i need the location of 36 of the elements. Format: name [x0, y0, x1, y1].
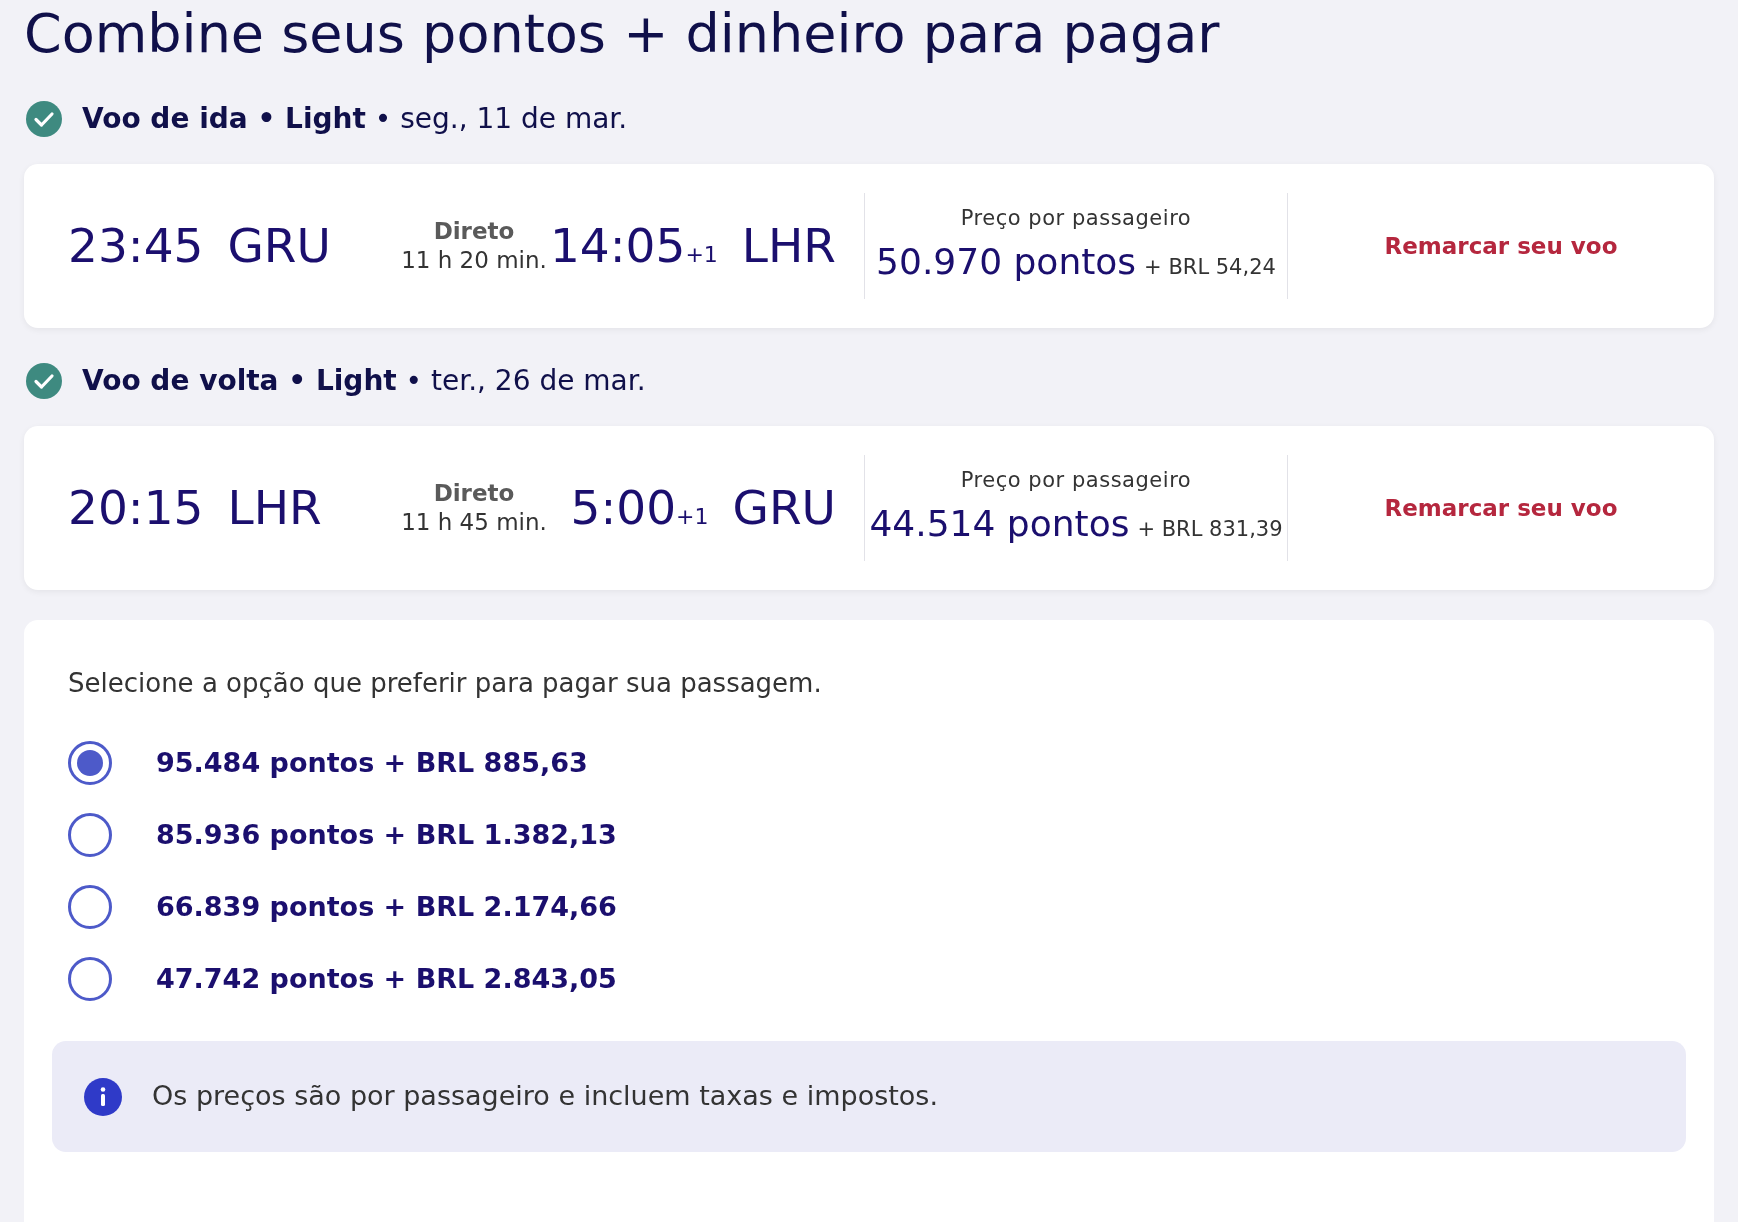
arrival-airport: LHR — [741, 216, 836, 275]
departure-airport: GRU — [227, 216, 331, 275]
stops-label: Direto — [433, 217, 515, 246]
price-label: Preço por passageiro — [960, 205, 1192, 233]
payment-prompt: Selecione a opção que preferir para pagar sua passagem. — [68, 667, 823, 700]
radio-button[interactable] — [68, 957, 112, 1001]
radio-button[interactable] — [68, 741, 112, 785]
flight-header: Voo de ida • Light • seg., 11 de mar. — [82, 101, 628, 137]
arrival-airport: GRU — [732, 478, 836, 537]
departure-airport: LHR — [227, 478, 322, 537]
info-note: Os preços são por passageiro e incluem taxas e impostos. — [152, 1079, 938, 1114]
day-offset: +1 — [676, 502, 709, 531]
flight-duration: 11 h 20 min. — [401, 246, 547, 275]
change-flight-link[interactable]: Remarcar seu voo — [1384, 490, 1618, 526]
price-cash: + BRL 54,24 — [1144, 253, 1276, 281]
arrival-time: 14:05 — [549, 216, 686, 275]
change-flight-link[interactable]: Remarcar seu voo — [1384, 228, 1618, 264]
payment-option[interactable]: 66.839 pontos + BRL 2.174,66 — [68, 885, 1670, 929]
radio-button[interactable] — [68, 885, 112, 929]
price-points: 44.514 pontos — [869, 501, 1130, 546]
flight-header: Voo de volta • Light • ter., 26 de mar. — [82, 363, 646, 399]
price-label: Preço por passageiro — [960, 467, 1192, 495]
arrival-time: 5:00 — [570, 478, 677, 537]
departure-time: 23:45 — [68, 216, 204, 275]
price-points: 50.970 pontos — [876, 239, 1137, 284]
flight-duration: 11 h 45 min. — [401, 508, 547, 537]
info-icon — [84, 1077, 122, 1116]
payment-option[interactable]: 47.742 pontos + BRL 2.843,05 — [68, 957, 1670, 1001]
stops-label: Direto — [433, 479, 515, 508]
radio-button[interactable] — [68, 813, 112, 857]
payment-option[interactable]: 85.936 pontos + BRL 1.382,13 — [68, 813, 1670, 857]
day-offset: +1 — [685, 240, 718, 269]
page-title: Combine seus pontos + dinheiro para pagar — [24, 2, 1221, 66]
payment-option[interactable]: 95.484 pontos + BRL 885,63 — [68, 741, 1670, 785]
departure-time: 20:15 — [68, 478, 204, 537]
price-cash: + BRL 831,39 — [1137, 515, 1283, 543]
